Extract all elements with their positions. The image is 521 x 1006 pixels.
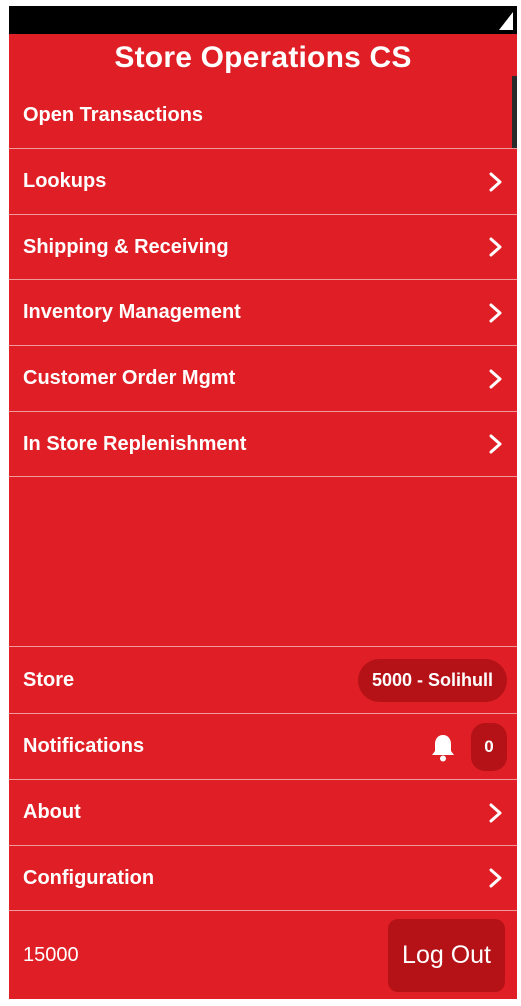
menu-item-label: In Store Replenishment — [23, 432, 247, 455]
notifications-row[interactable]: Notifications 0 — [9, 713, 517, 779]
app-title: Store Operations CS — [114, 41, 412, 74]
chevron-right-icon — [485, 236, 507, 258]
chevron-right-icon — [485, 302, 507, 324]
menu-item-label: Inventory Management — [23, 301, 241, 323]
chevron-right-icon — [485, 171, 507, 193]
chevron-right-icon — [485, 433, 507, 455]
menu-item-label: Lookups — [23, 170, 107, 192]
menu-item-inventory-management[interactable]: Inventory Management — [9, 279, 517, 345]
menu-item-lookups[interactable]: Lookups — [9, 148, 517, 214]
menu-item-customer-order-mgmt[interactable]: Customer Order Mgmt — [9, 345, 517, 411]
menu-item-label: Shipping & Receiving — [23, 235, 229, 258]
about-row[interactable]: About — [9, 779, 517, 845]
configuration-label: Configuration — [23, 866, 155, 889]
notifications-indicator: 0 — [429, 722, 507, 771]
notifications-label: Notifications — [23, 735, 145, 757]
chevron-right-icon — [485, 802, 507, 824]
configuration-row[interactable]: Configuration — [9, 845, 517, 910]
notification-count-badge: 0 — [471, 722, 507, 771]
app-screen: Store Operations CS Open Transactions Lo… — [9, 6, 517, 999]
chevron-right-icon — [485, 368, 507, 390]
menu-item-in-store-replenishment[interactable]: In Store Replenishment — [9, 411, 517, 477]
footer-bar: 15000 Log Out — [9, 910, 517, 999]
about-label: About — [23, 801, 81, 823]
store-label: Store — [23, 668, 75, 691]
logout-button[interactable]: Log Out — [388, 918, 505, 992]
menu-item-shipping-receiving[interactable]: Shipping & Receiving — [9, 214, 517, 279]
store-row[interactable]: Store 5000 - Solihull — [9, 646, 517, 713]
menu-item-open-transactions[interactable]: Open Transactions — [9, 82, 517, 148]
menu-item-label: Open Transactions — [23, 103, 204, 126]
menu-item-label: Customer Order Mgmt — [23, 367, 236, 389]
user-id: 15000 — [23, 943, 79, 966]
status-bar — [9, 6, 517, 34]
signal-icon — [499, 12, 513, 30]
chevron-right-icon — [485, 867, 507, 889]
store-selector[interactable]: 5000 - Solihull — [357, 658, 507, 702]
bell-icon[interactable] — [429, 732, 457, 762]
